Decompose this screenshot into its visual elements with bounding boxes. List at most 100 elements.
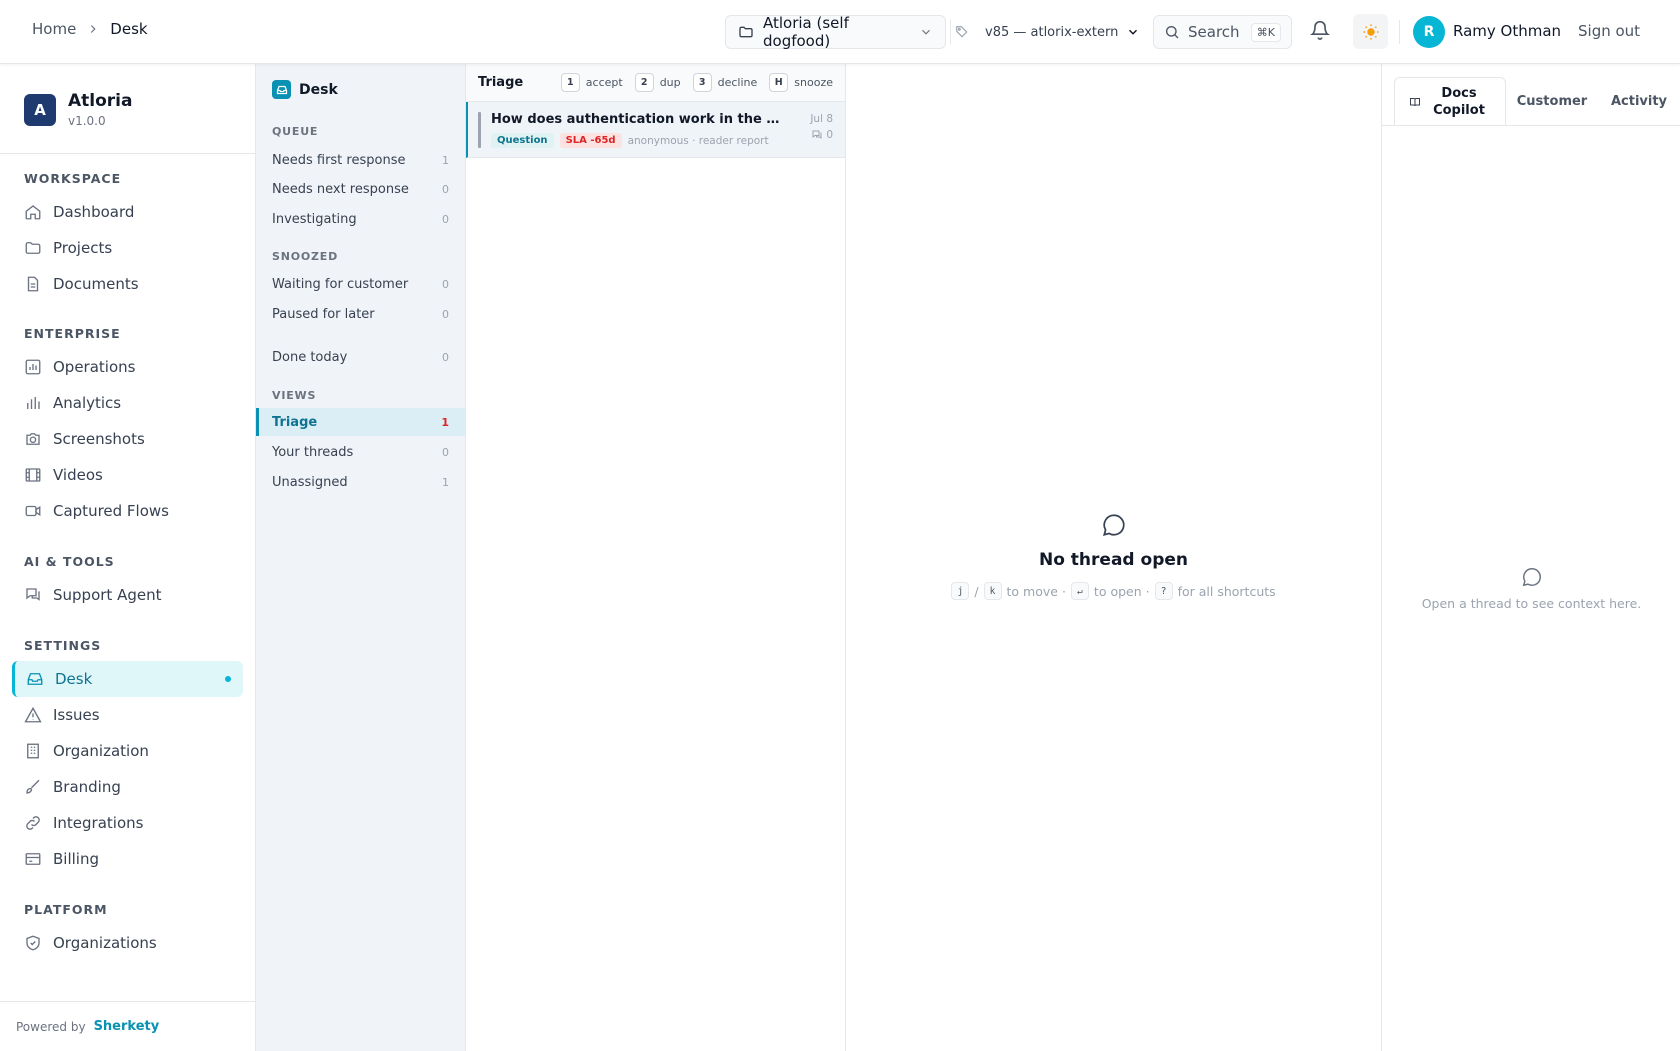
thread-source: anonymous · reader report	[627, 134, 769, 147]
shortcut-key: H	[769, 73, 789, 92]
bell-icon[interactable]	[1310, 20, 1330, 40]
active-dot	[225, 676, 231, 682]
thread-row[interactable]: How does authentication work in the API?…	[466, 102, 845, 158]
nav-item-billing[interactable]: Billing	[12, 841, 243, 877]
sign-out-button[interactable]: Sign out	[1578, 22, 1640, 40]
nav-item-screenshots[interactable]: Screenshots	[12, 421, 243, 457]
nav-section-workspace: WORKSPACE	[24, 171, 122, 186]
camera-icon	[24, 430, 42, 448]
avatar[interactable]: R	[1413, 16, 1445, 48]
desk-item-count: 0	[442, 212, 449, 226]
nav-footer: Powered by Sherkety	[0, 1001, 256, 1051]
nav-item-label: Projects	[53, 239, 113, 257]
nav-item-organizations[interactable]: Organizations	[12, 925, 243, 961]
desk-item-needs-first-response[interactable]: Needs first response 1	[256, 146, 465, 174]
nav-section-ai-tools: AI & TOOLS	[24, 554, 115, 569]
nav-item-captured-flows[interactable]: Captured Flows	[12, 493, 243, 529]
search-button[interactable]: Search ⌘K	[1153, 15, 1292, 49]
bar-chart-icon	[24, 394, 42, 412]
context-empty-state: Open a thread to see context here.	[1382, 566, 1680, 611]
desk-section-snoozed: SNOOZED	[272, 250, 339, 263]
tab-customer[interactable]: Customer	[1506, 77, 1598, 125]
nav-item-support-agent[interactable]: Support Agent	[12, 577, 243, 613]
key-j: j	[951, 582, 970, 600]
company-link[interactable]: Sherkety	[94, 1019, 160, 1034]
inbox-icon	[272, 80, 291, 99]
desk-item-count: 0	[442, 277, 449, 291]
desk-item-count: 0	[442, 445, 449, 459]
desk-item-count: 1	[442, 153, 449, 167]
thread-replies: 0	[811, 129, 833, 141]
desk-item-label: Waiting for customer	[272, 276, 409, 292]
tab-activity[interactable]: Activity	[1598, 77, 1680, 125]
nav-item-label: Organizations	[53, 934, 157, 952]
desk-item-your-threads[interactable]: Your threads 0	[256, 438, 465, 466]
version-select[interactable]: v85 — atlorix-extern	[955, 20, 1140, 44]
shortcut-key: 2	[634, 73, 654, 92]
desk-section-queue: QUEUE	[272, 125, 319, 138]
nav-item-label: Branding	[53, 778, 121, 796]
nav-item-label: Operations	[53, 358, 136, 376]
thread-detail-pane: No thread open j / k to move · ↵ to open…	[846, 64, 1381, 1051]
nav-item-analytics[interactable]: Analytics	[12, 385, 243, 421]
user-name[interactable]: Ramy Othman	[1453, 22, 1561, 40]
desk-item-triage[interactable]: Triage 1	[256, 408, 465, 436]
nav-item-videos[interactable]: Videos	[12, 457, 243, 493]
project-select[interactable]: Atloria (self dogfood)	[725, 14, 946, 50]
brand[interactable]: A Atloria v1.0.0	[24, 91, 132, 128]
credit-card-icon	[24, 850, 42, 868]
empty-title: No thread open	[1038, 550, 1188, 570]
desk-item-investigating[interactable]: Investigating 0	[256, 205, 465, 233]
context-panel: Docs Copilot Customer Activity Open a th…	[1381, 64, 1680, 1051]
desk-item-needs-next-response[interactable]: Needs next response 0	[256, 175, 465, 203]
tag-icon	[955, 25, 969, 39]
thread-title: How does authentication work in the API?	[491, 112, 781, 127]
nav-item-label: Issues	[53, 706, 100, 724]
chart-square-icon	[24, 358, 42, 376]
theme-toggle-button[interactable]	[1353, 14, 1388, 49]
hint-text: to move ·	[1006, 583, 1066, 599]
nav-item-operations[interactable]: Operations	[12, 349, 243, 385]
thread-list-title: Triage	[478, 75, 524, 90]
search-label: Search	[1188, 23, 1240, 41]
nav-item-projects[interactable]: Projects	[12, 230, 243, 266]
desk-item-done-today[interactable]: Done today 0	[256, 343, 465, 371]
tab-docs-copilot[interactable]: Docs Copilot	[1394, 77, 1506, 125]
nav-section-enterprise: ENTERPRISE	[24, 326, 121, 341]
shortcut-label: snooze	[794, 76, 833, 89]
inbox-icon	[26, 670, 44, 688]
top-bar: Home Desk Atloria (self dogfood) v85 — a…	[0, 0, 1680, 64]
thread-meta: Question SLA -65d anonymous · reader rep…	[491, 133, 769, 148]
key-question: ?	[1154, 582, 1173, 600]
empty-state: No thread open j / k to move · ↵ to open…	[846, 512, 1381, 600]
nav-item-label: Documents	[53, 275, 139, 293]
shortcut-legend: 1 accept 2 dup 3 decline H snooze	[560, 73, 833, 92]
sla-badge: SLA -65d	[559, 133, 622, 148]
desk-title: Desk	[299, 81, 338, 98]
nav-item-documents[interactable]: Documents	[12, 266, 243, 302]
desk-item-paused-for-later[interactable]: Paused for later 0	[256, 300, 465, 328]
divider	[0, 153, 256, 154]
desk-item-unassigned[interactable]: Unassigned 1	[256, 468, 465, 496]
nav-item-dashboard[interactable]: Dashboard	[12, 194, 243, 230]
nav-item-label: Support Agent	[53, 586, 162, 604]
nav-item-branding[interactable]: Branding	[12, 769, 243, 805]
divider	[1399, 20, 1400, 44]
brand-logo: A	[24, 93, 56, 126]
divider	[1382, 125, 1680, 126]
desk-item-count: 1	[442, 475, 449, 489]
hint-text: for all shortcuts	[1177, 583, 1276, 599]
desk-item-waiting-for-customer[interactable]: Waiting for customer 0	[256, 270, 465, 298]
chat-bubbles-icon	[24, 586, 42, 604]
nav-item-issues[interactable]: Issues	[12, 697, 243, 733]
hint-slash: /	[974, 583, 979, 599]
nav-item-desk[interactable]: Desk	[12, 661, 243, 697]
nav-section-settings: SETTINGS	[24, 638, 102, 653]
breadcrumb-home-link[interactable]: Home	[32, 20, 76, 38]
nav-item-organization[interactable]: Organization	[12, 733, 243, 769]
folder-icon	[24, 239, 42, 257]
search-icon	[1164, 24, 1180, 40]
shortcut-key: 1	[560, 73, 580, 92]
thread-list-header: Triage 1 accept 2 dup 3 decline H snooze	[466, 64, 845, 102]
nav-item-integrations[interactable]: Integrations	[12, 805, 243, 841]
